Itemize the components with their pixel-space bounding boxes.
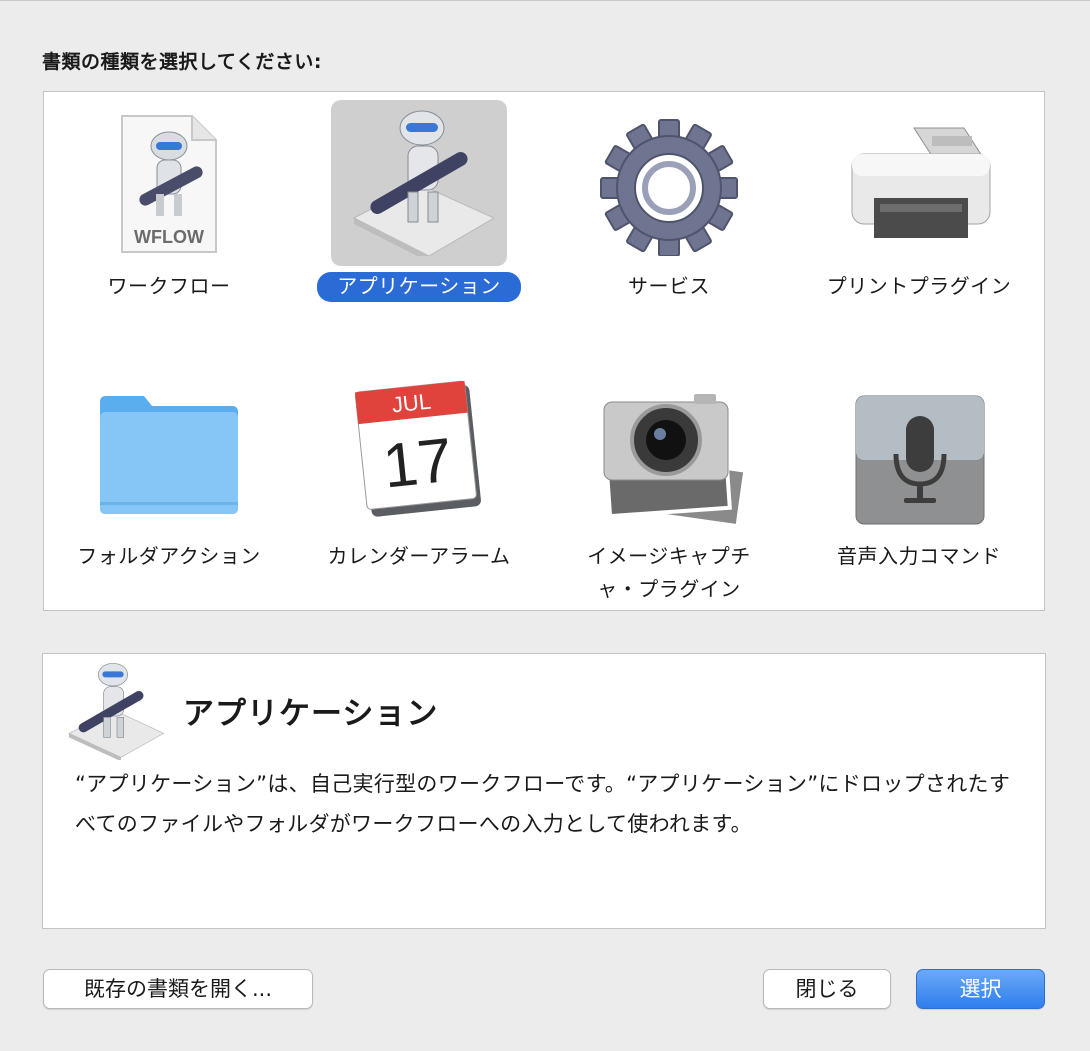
tile-dictation-command[interactable]: 音声入力コマンド (794, 362, 1044, 602)
description-title: アプリケーション (183, 696, 439, 732)
tile-folder-action[interactable]: フォルダアクション (44, 362, 294, 602)
printer-icon (851, 127, 991, 238)
tile-calendar-alarm[interactable]: JUL 17 カレンダーアラーム (294, 362, 544, 602)
close-button[interactable]: 閉じる (763, 969, 891, 1009)
tile-calendar-alarm-label: カレンダーアラーム (327, 544, 511, 568)
tile-service-label: サービス (628, 274, 710, 298)
wflow-badge: WFLOW (134, 227, 204, 247)
automator-robot-icon (352, 110, 494, 256)
microphone-icon (855, 395, 985, 525)
new-document-sheet: 書類の種類を選択してください: WFLOW ワークフロー アプリケーション サー… (0, 0, 1090, 1051)
prompt-label: 書類の種類を選択してください: (42, 51, 322, 73)
choose-button[interactable]: 選択 (916, 969, 1045, 1009)
document-type-grid: WFLOW ワークフロー アプリケーション サービス プリントプラグイン フォル… (43, 91, 1045, 611)
tile-service[interactable]: サービス (544, 92, 794, 332)
folder-icon (100, 396, 238, 514)
open-existing-document-button[interactable]: 既存の書類を開く... (43, 969, 313, 1009)
automator-robot-icon (68, 663, 165, 760)
tile-application[interactable]: アプリケーション (294, 92, 544, 332)
wflow-document-icon: WFLOW (121, 115, 217, 253)
calendar-month: JUL (391, 389, 433, 418)
tile-workflow-label: ワークフロー (107, 274, 231, 298)
tile-dictation-command-label: 音声入力コマンド (837, 544, 1001, 568)
gear-icon (600, 119, 738, 256)
description-text: “アプリケーション”は、自己実行型のワークフローです。“アプリケーション”にドロ… (75, 772, 1011, 836)
tile-image-capture-plugin[interactable]: イメージキャプチャ・プラグイン (544, 362, 794, 602)
tile-application-label: アプリケーション (294, 270, 544, 303)
description-panel: アプリケーション “アプリケーション”は、自己実行型のワークフローです。“アプリ… (42, 653, 1046, 929)
tile-workflow[interactable]: WFLOW ワークフロー (44, 92, 294, 332)
tile-image-capture-plugin-label: イメージキャプチャ・プラグイン (587, 544, 751, 601)
tile-print-plugin[interactable]: プリントプラグイン (794, 92, 1044, 332)
camera-icon (603, 394, 744, 526)
calendar-day: 17 (380, 426, 456, 502)
tile-folder-action-label: フォルダアクション (77, 544, 261, 568)
tile-print-plugin-label: プリントプラグイン (826, 274, 1012, 298)
calendar-icon: JUL 17 (354, 380, 481, 517)
